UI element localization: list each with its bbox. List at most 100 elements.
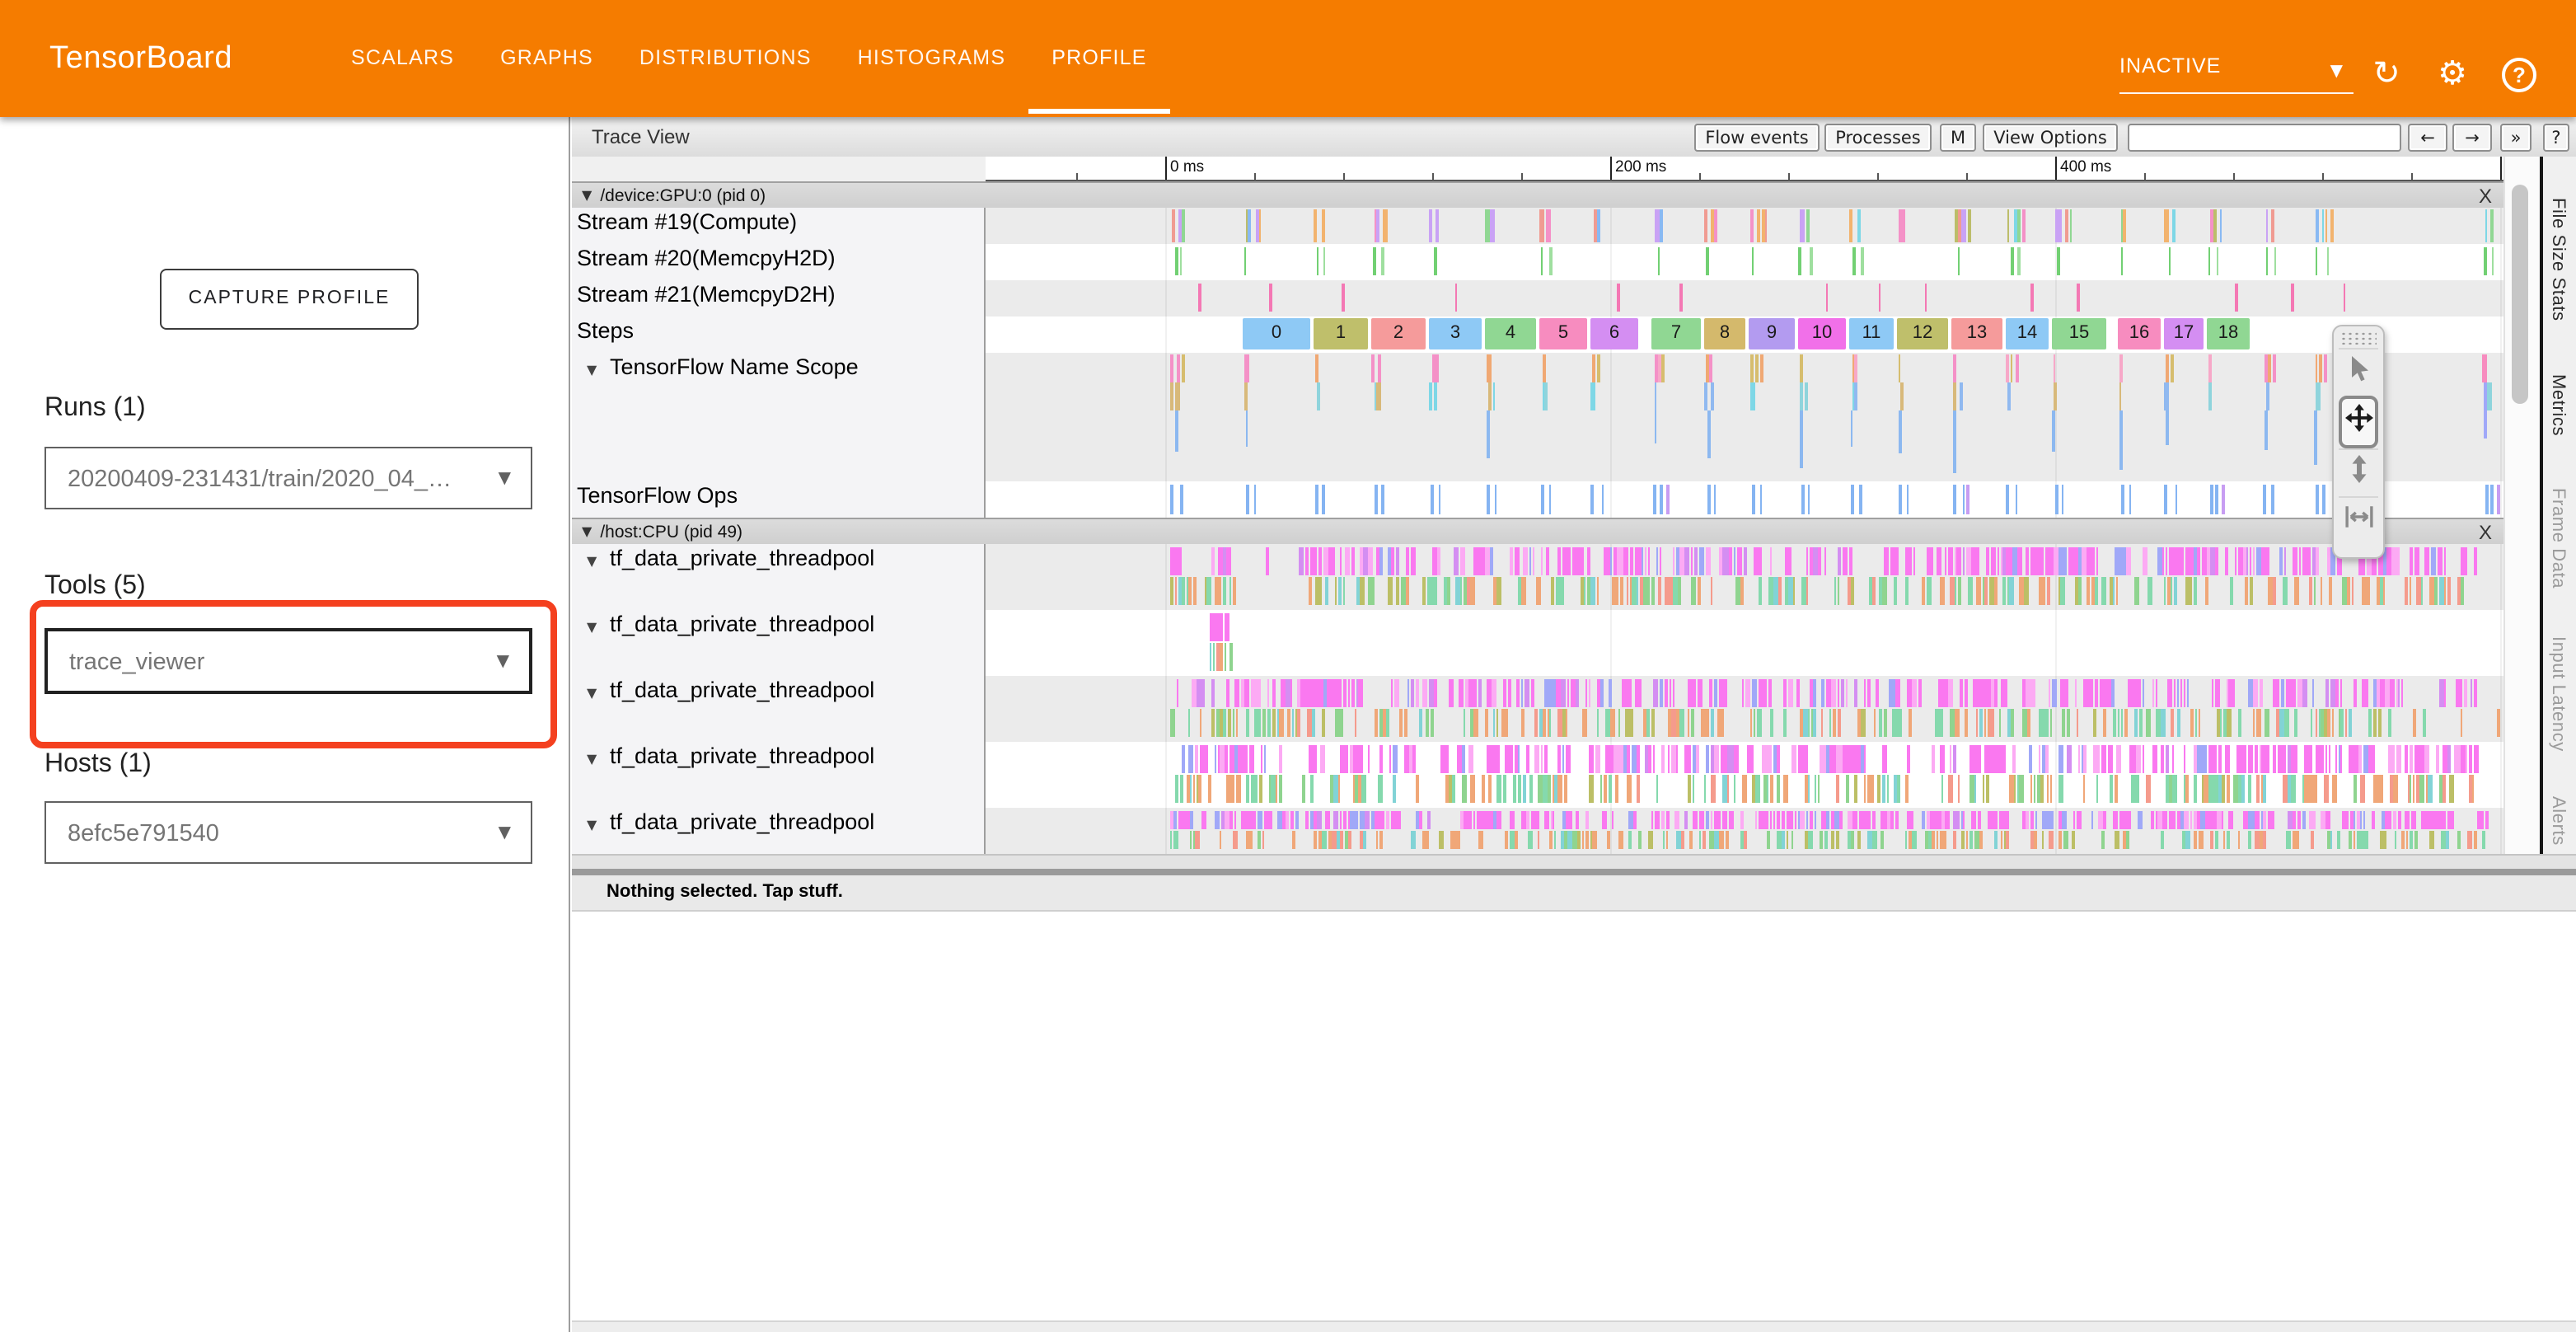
trace-event-bar[interactable] <box>1847 745 1848 773</box>
trace-event-bar[interactable] <box>1773 745 1777 773</box>
trace-event-bar[interactable] <box>2482 831 2485 849</box>
trace-event-bar[interactable] <box>1248 831 1252 849</box>
trace-event-bar[interactable] <box>1314 547 1318 575</box>
trace-event-bar[interactable] <box>1651 577 1656 605</box>
trace-event-bar[interactable] <box>2249 811 2255 829</box>
trace-event-bar[interactable] <box>1688 709 1689 737</box>
trace-event-bar[interactable] <box>2457 577 2460 605</box>
trace-event-bar[interactable] <box>1314 745 1317 773</box>
trace-event-bar[interactable] <box>1895 577 1898 605</box>
trace-event-bar[interactable] <box>2227 709 2231 737</box>
trace-event-bar[interactable] <box>2482 354 2487 382</box>
trace-event-bar[interactable] <box>2315 247 2317 275</box>
trace-event-bar[interactable] <box>2261 547 2267 575</box>
trace-event-bar[interactable] <box>1659 577 1662 605</box>
trace-event-bar[interactable] <box>1672 679 1675 707</box>
trace-event-bar[interactable] <box>2101 577 2106 605</box>
trace-event-bar[interactable] <box>1963 485 1965 514</box>
trace-event-bar[interactable] <box>2058 775 2063 803</box>
trace-event-bar[interactable] <box>2312 775 2316 803</box>
trace-event-bar[interactable] <box>1607 831 1610 849</box>
trace-event-bar[interactable] <box>1544 679 1548 707</box>
trace-event-bar[interactable] <box>2444 679 2446 707</box>
trace-event-bar[interactable] <box>1742 679 1745 707</box>
trace-event-bar[interactable] <box>1666 485 1669 514</box>
trace-event-bar[interactable] <box>2174 679 2176 707</box>
trace-event-bar[interactable] <box>1279 745 1281 773</box>
trace-event-bar[interactable] <box>1957 547 1962 575</box>
trace-event-bar[interactable] <box>1540 485 1543 514</box>
trace-event-bar[interactable] <box>1750 709 1753 737</box>
trace-event-bar[interactable] <box>2194 547 2196 575</box>
trace-event-bar[interactable] <box>1586 811 1590 829</box>
trace-event-bar[interactable] <box>1248 745 1254 773</box>
trace-event-bar[interactable] <box>1469 679 1474 707</box>
tools-select[interactable]: trace_viewer ▼ <box>44 628 532 694</box>
trace-event-bar[interactable] <box>2311 709 2313 737</box>
trace-event-bar[interactable] <box>2425 775 2428 803</box>
trace-event-bar[interactable] <box>1509 547 1513 575</box>
trace-event-bar[interactable] <box>2012 247 2014 275</box>
trace-event-bar[interactable] <box>2214 831 2218 849</box>
trace-event-bar[interactable] <box>1314 811 1317 829</box>
trace-event-bar[interactable] <box>2007 577 2008 605</box>
trace-event-bar[interactable] <box>2321 745 2325 773</box>
trace-event-bar[interactable] <box>1623 679 1628 707</box>
trace-event-bar[interactable] <box>1718 679 1724 707</box>
trace-event-bar[interactable] <box>2316 745 2321 773</box>
trace-event-bar[interactable] <box>2467 831 2471 849</box>
trace-event-bar[interactable] <box>2104 811 2107 829</box>
trace-event-bar[interactable] <box>1944 831 1947 849</box>
trace-event-bar[interactable] <box>1469 709 1473 737</box>
trace-event-bar[interactable] <box>1371 354 1374 382</box>
trace-event-bar[interactable] <box>2419 745 2424 773</box>
track-timeline[interactable] <box>986 280 2503 317</box>
trace-event-bar[interactable] <box>1332 811 1338 829</box>
trace-event-bar[interactable] <box>2093 745 2098 773</box>
track-timeline[interactable] <box>986 481 2503 518</box>
trace-event-bar[interactable] <box>2302 811 2306 829</box>
trace-event-bar[interactable] <box>2055 485 2058 514</box>
trace-event-bar[interactable] <box>2042 831 2044 849</box>
trace-event-bar[interactable] <box>1345 831 1348 849</box>
trace-event-bar[interactable] <box>1589 775 1594 803</box>
trace-event-bar[interactable] <box>1189 577 1192 605</box>
trace-event-bar[interactable] <box>1493 811 1496 829</box>
trace-event-bar[interactable] <box>2485 485 2489 514</box>
trace-event-bar[interactable] <box>1468 745 1474 773</box>
trace-event-bar[interactable] <box>1976 709 1978 737</box>
trace-event-bar[interactable] <box>2373 775 2376 803</box>
trace-event-bar[interactable] <box>2222 811 2224 829</box>
trace-event-bar[interactable] <box>2135 577 2139 605</box>
trace-event-bar[interactable] <box>2260 811 2263 829</box>
trace-event-bar[interactable] <box>1639 831 1641 849</box>
trace-event-bar[interactable] <box>1822 679 1825 707</box>
trace-event-bar[interactable] <box>1224 613 1229 641</box>
trace-event-bar[interactable] <box>1751 485 1754 514</box>
trace-event-bar[interactable] <box>1979 709 1984 737</box>
trace-event-bar[interactable] <box>1400 709 1403 737</box>
trace-event-bar[interactable] <box>1882 745 1887 773</box>
trace-event-bar[interactable] <box>1725 775 1726 803</box>
trace-event-bar[interactable] <box>1688 775 1692 803</box>
trace-event-bar[interactable] <box>1968 577 1972 605</box>
trace-event-bar[interactable] <box>1290 811 1295 829</box>
trace-event-bar[interactable] <box>1392 745 1397 773</box>
trace-event-bar[interactable] <box>1539 709 1543 737</box>
trace-event-bar[interactable] <box>2030 775 2033 803</box>
trace-event-bar[interactable] <box>1972 811 1977 829</box>
trace-event-bar[interactable] <box>1745 831 1747 849</box>
trace-event-bar[interactable] <box>1547 209 1551 242</box>
trace-event-bar[interactable] <box>2228 811 2233 829</box>
tab-profile[interactable]: PROFILE <box>1028 0 1169 117</box>
trace-event-bar[interactable] <box>1222 577 1225 605</box>
trace-event-bar[interactable] <box>1201 745 1202 773</box>
trace-event-bar[interactable] <box>1455 577 1460 605</box>
trace-event-bar[interactable] <box>1517 775 1522 803</box>
trace-event-bar[interactable] <box>1223 709 1226 737</box>
hosts-select[interactable]: 8efc5e791540 ▼ <box>44 801 532 864</box>
trace-event-bar[interactable] <box>1705 811 1708 829</box>
trace-event-bar[interactable] <box>1717 709 1719 737</box>
trace-event-bar[interactable] <box>1568 831 1572 849</box>
trace-event-bar[interactable] <box>1904 577 1909 605</box>
